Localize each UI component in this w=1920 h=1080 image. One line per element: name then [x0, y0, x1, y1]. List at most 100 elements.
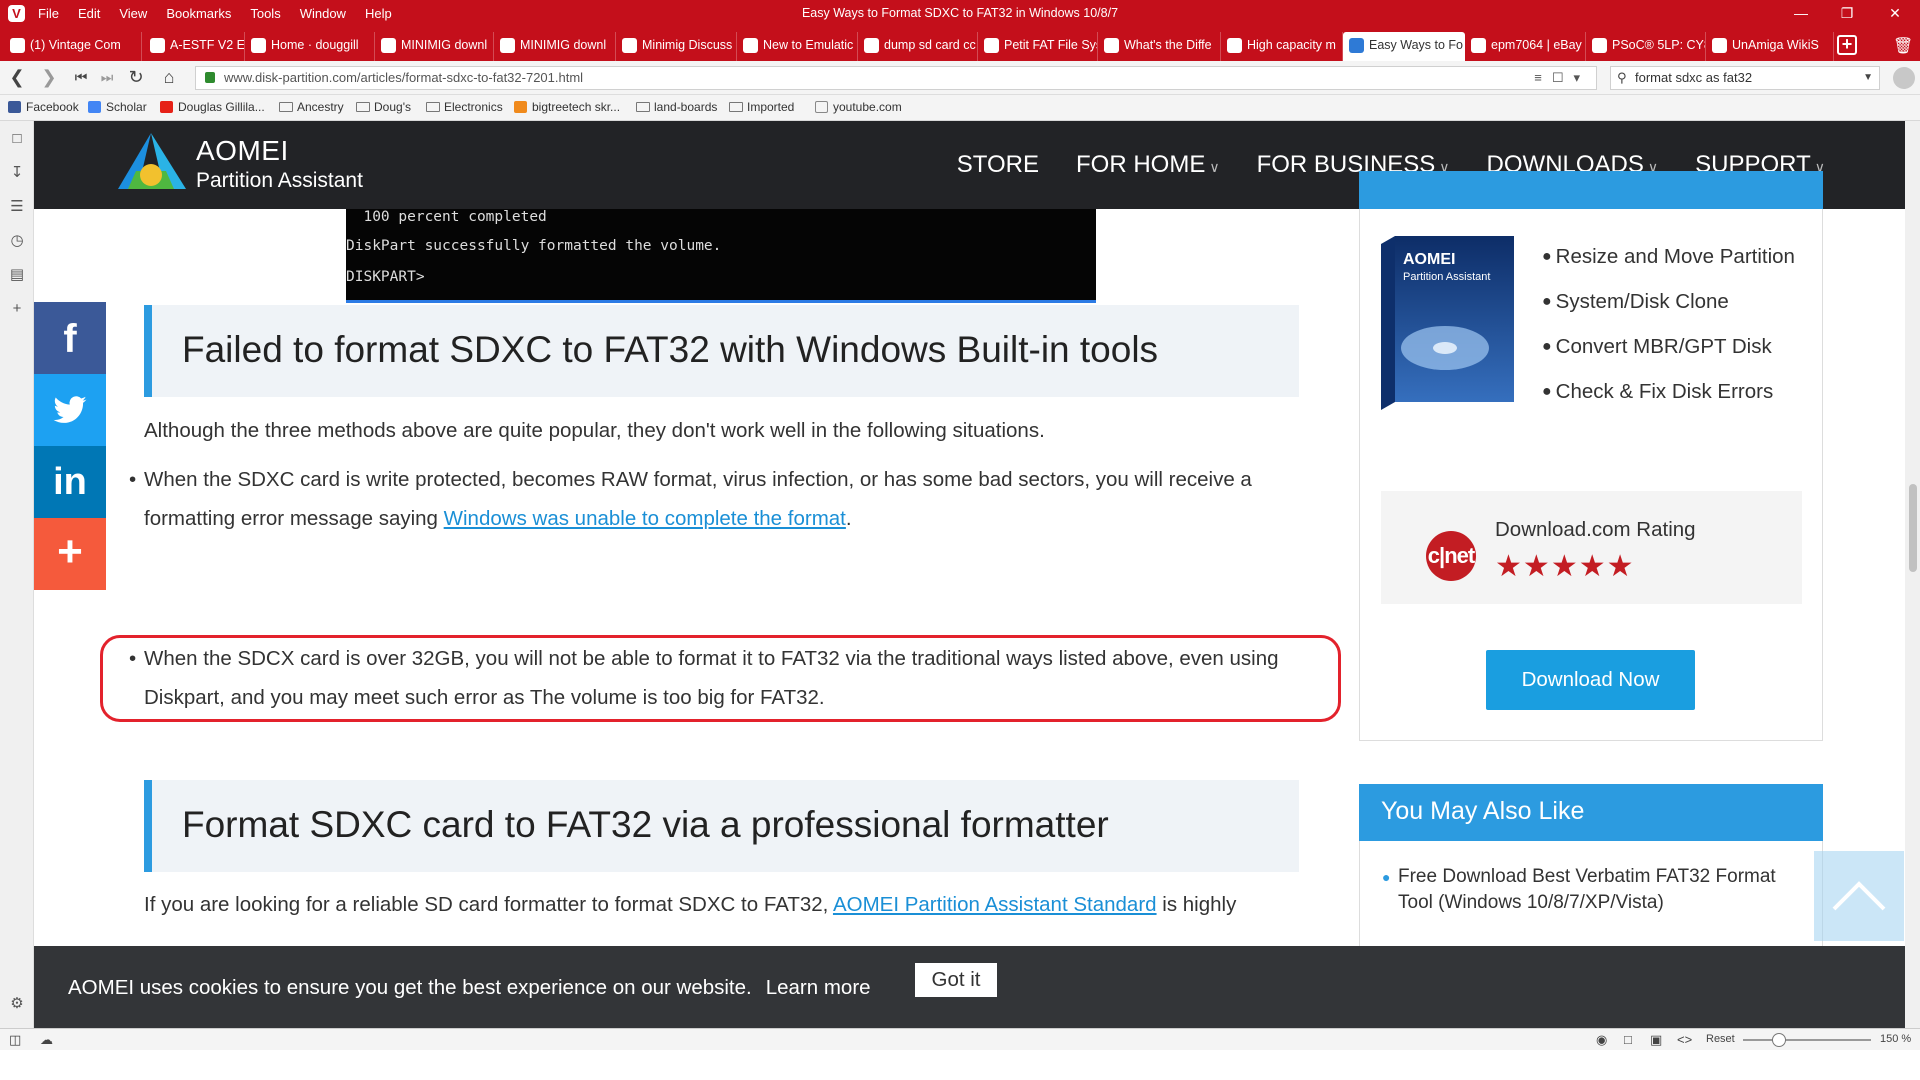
menu-item-window[interactable]: Window: [300, 6, 346, 21]
trash-icon[interactable]: 🗑: [1893, 36, 1913, 56]
tab[interactable]: A-ESTF V2 EP4C: [144, 32, 245, 61]
bookmark-folder[interactable]: land-boards: [636, 100, 717, 114]
close-icon[interactable]: ✕: [1872, 0, 1918, 28]
bookmark-link[interactable]: Facebook: [8, 100, 79, 114]
tab[interactable]: MINIMIG downl: [494, 32, 616, 61]
bookmark-link[interactable]: Douglas Gillila...: [160, 100, 265, 114]
menu-item-file[interactable]: File: [38, 6, 59, 21]
tab[interactable]: Petit FAT File Sys: [978, 32, 1098, 61]
zoom-slider-track[interactable]: [1743, 1039, 1871, 1041]
image-icon[interactable]: ▣: [1650, 1032, 1662, 1048]
bookmark-link[interactable]: youtube.com: [815, 100, 902, 114]
cypress-icon: [1592, 38, 1607, 53]
error-message-link[interactable]: Windows was unable to complete the forma…: [444, 507, 846, 530]
download-now-button[interactable]: Download Now: [1486, 650, 1695, 710]
rewind-icon[interactable]: ⏮: [70, 69, 92, 86]
tab[interactable]: epm7064 | eBay: [1465, 32, 1586, 61]
search-input[interactable]: ⚲ format sdxc as fat32 ▼: [1610, 66, 1880, 90]
tab[interactable]: MINIMIG downl: [375, 32, 494, 61]
star-icon: ★: [1578, 550, 1607, 583]
tile-icon[interactable]: □: [1624, 1032, 1632, 1047]
url-actions[interactable]: ≡☐▾: [1534, 67, 1590, 89]
search-icon: ⚲: [1617, 70, 1627, 85]
code-icon[interactable]: <>: [1677, 1032, 1692, 1047]
status-bar: ◫ ☁ ◉ □ ▣ <> Reset 150 %: [0, 1028, 1920, 1050]
product-link[interactable]: AOMEI Partition Assistant Standard: [833, 893, 1157, 916]
home-icon[interactable]: ⌂: [158, 67, 180, 88]
zoom-slider-thumb[interactable]: [1772, 1033, 1786, 1047]
feature-text: System/Disk Clone: [1555, 290, 1729, 313]
bookmark-link[interactable]: bigtreetech skr...: [514, 100, 620, 114]
bookmark-folder[interactable]: Doug's: [356, 100, 411, 114]
camera-icon[interactable]: ◉: [1596, 1032, 1607, 1048]
bookmarks-bar: Facebook Scholar Douglas Gillila... Ancestr…: [0, 95, 1920, 121]
got-it-button[interactable]: Got it: [915, 963, 997, 997]
tab[interactable]: Home · douggill: [245, 32, 375, 61]
tab[interactable]: Minimig Discuss: [616, 32, 737, 61]
chevron-down-icon[interactable]: ▼: [1863, 67, 1873, 89]
bookmark-icon[interactable]: □: [9, 131, 25, 147]
panel-toggle-icon[interactable]: ◫: [9, 1032, 21, 1048]
reload-icon[interactable]: ↻: [125, 67, 147, 88]
tab-label: dump sd card cc: [884, 38, 976, 52]
bookmark-link[interactable]: Scholar: [88, 100, 147, 114]
menu-item-bookmarks[interactable]: Bookmarks: [166, 6, 231, 21]
tab[interactable]: dump sd card cc: [858, 32, 978, 61]
bullet-dot: •: [129, 468, 137, 491]
learn-more-link[interactable]: Learn more: [766, 976, 871, 999]
bookmark-folder[interactable]: Electronics: [426, 100, 503, 114]
tab[interactable]: Easy Ways to Fo: [1343, 32, 1465, 61]
nav-item-for-home[interactable]: FOR HOME ∨: [1076, 151, 1220, 179]
settings-gear-icon[interactable]: ⚙: [9, 996, 25, 1012]
vivaldi-logo-icon[interactable]: V: [8, 5, 25, 22]
menu-item-help[interactable]: Help: [365, 6, 392, 21]
tab[interactable]: PSoC® 5LP: CY8: [1586, 32, 1706, 61]
menu-item-edit[interactable]: Edit: [78, 6, 100, 21]
terminal-line: DiskPart successfully formatted the volu…: [346, 238, 722, 254]
linkedin-share-button[interactable]: in: [34, 446, 106, 518]
history-icon[interactable]: ◷: [9, 233, 25, 249]
tab[interactable]: UnAmiga WikiS: [1706, 32, 1834, 61]
tab[interactable]: High capacity m: [1221, 32, 1343, 61]
page-icon: [381, 38, 396, 53]
zoom-reset-button[interactable]: Reset: [1706, 1033, 1735, 1045]
back-icon[interactable]: ❮: [6, 67, 28, 88]
tab[interactable]: What's the Diffe: [1098, 32, 1221, 61]
also-like-link[interactable]: Free Download Best Verbatim FAT32 Format…: [1398, 866, 1776, 913]
forward-icon[interactable]: ❯: [38, 67, 60, 88]
menu-item-view[interactable]: View: [119, 6, 147, 21]
download-icon[interactable]: ↧: [9, 165, 25, 181]
cloud-sync-icon[interactable]: ☁: [40, 1032, 53, 1048]
tab[interactable]: New to Emulatic: [737, 32, 858, 61]
scrollbar-thumb[interactable]: [1909, 484, 1917, 572]
window-panel-icon[interactable]: ▤: [9, 267, 25, 283]
nav-item-store[interactable]: STORE: [957, 151, 1039, 179]
new-tab-icon[interactable]: +: [1837, 35, 1857, 55]
site-brand[interactable]: AOMEI Partition Assistant: [196, 135, 363, 193]
back-to-top-button[interactable]: [1814, 851, 1904, 941]
minimize-icon[interactable]: —: [1778, 0, 1824, 28]
facebook-share-button[interactable]: f: [34, 302, 106, 374]
bookmark-folder[interactable]: Imported: [729, 100, 794, 114]
paragraph-text: If you are looking for a reliable SD car…: [144, 893, 833, 916]
bookmark-folder[interactable]: Ancestry: [279, 100, 344, 114]
profile-avatar[interactable]: [1893, 67, 1915, 89]
ebay-icon: [1471, 38, 1486, 53]
restore-icon[interactable]: ❐: [1824, 0, 1870, 28]
page-icon: [500, 38, 515, 53]
aomei-logo-icon[interactable]: [114, 131, 188, 195]
twitter-share-button[interactable]: [34, 374, 106, 446]
add-panel-icon[interactable]: +: [9, 301, 25, 317]
section-heading-box: Format SDXC card to FAT32 via a professi…: [144, 780, 1299, 872]
also-like-item[interactable]: ● Free Download Best Verbatim FAT32 Forma…: [1382, 864, 1798, 916]
address-input[interactable]: www.disk-partition.com/articles/format-s…: [195, 66, 1597, 90]
more-share-button[interactable]: +: [34, 518, 106, 590]
tab-label: A-ESTF V2 EP4C: [170, 38, 245, 52]
notes-icon[interactable]: ☰: [9, 199, 25, 215]
menu-item-tools[interactable]: Tools: [250, 6, 280, 21]
page-scrollbar[interactable]: [1905, 121, 1920, 1028]
product-box-image[interactable]: AOMEI Partition Assistant: [1381, 236, 1514, 410]
tab[interactable]: (1) Vintage Com: [4, 32, 142, 61]
section-heading-box: Failed to format SDXC to FAT32 with Wind…: [144, 305, 1299, 397]
fast-forward-icon[interactable]: ⏭: [96, 69, 118, 86]
